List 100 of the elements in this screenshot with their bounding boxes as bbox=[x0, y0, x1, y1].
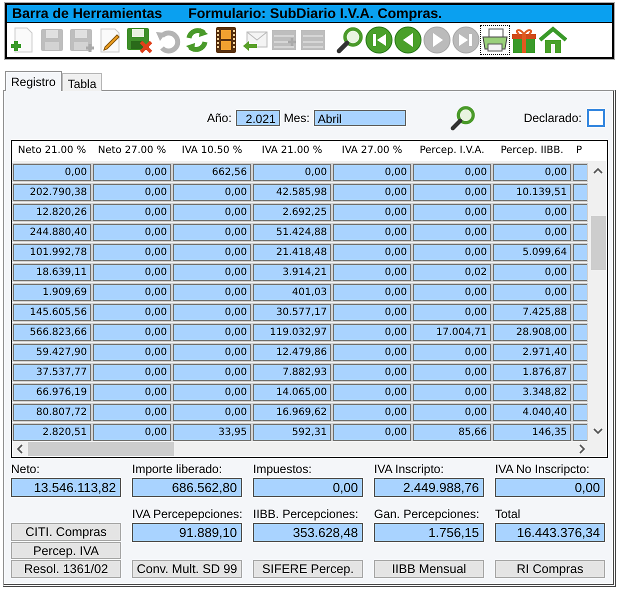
total-label: Importe liberado: bbox=[132, 462, 224, 478]
table-cell bbox=[573, 224, 587, 241]
table-cell: 0,00 bbox=[413, 244, 491, 261]
table-cell: 0,00 bbox=[333, 364, 411, 381]
table-cell: 0,00 bbox=[93, 404, 171, 421]
search-icon[interactable] bbox=[336, 26, 364, 54]
total-label: Gan. Percepciones: bbox=[374, 507, 480, 523]
total-field: 1.756,15 bbox=[374, 523, 484, 542]
table-cell bbox=[573, 324, 587, 341]
total-label: IVA Inscripto: bbox=[374, 462, 445, 478]
scrollbar-thumb[interactable] bbox=[591, 216, 606, 270]
table-cell: 0,00 bbox=[333, 244, 411, 261]
table-cell: 0,00 bbox=[493, 204, 571, 221]
table-cell: 0,00 bbox=[93, 284, 171, 301]
table-cell: 16.969,62 bbox=[253, 404, 331, 421]
report-button[interactable]: CITI. Compras bbox=[11, 523, 121, 541]
table-cell: 0,00 bbox=[173, 184, 251, 201]
total-field: 16.443.376,34 bbox=[495, 523, 605, 542]
table-cell bbox=[573, 284, 587, 301]
table-cell: 0,00 bbox=[333, 204, 411, 221]
table-cell: 5.099,64 bbox=[493, 244, 571, 261]
table-cell: 18.639,11 bbox=[13, 264, 91, 281]
month-label: Mes: bbox=[284, 111, 310, 125]
table-cell: 0,00 bbox=[413, 164, 491, 181]
first-record-icon[interactable] bbox=[365, 26, 393, 54]
report-button[interactable]: Resol. 1361/02 bbox=[11, 560, 121, 578]
table-cell: 28.908,00 bbox=[493, 324, 571, 341]
search-icon[interactable] bbox=[450, 105, 476, 131]
table-cell: 7.425,88 bbox=[493, 304, 571, 321]
year-label: Año: bbox=[207, 111, 232, 125]
table-cell: 0,00 bbox=[413, 344, 491, 361]
table-cell: 0,00 bbox=[333, 304, 411, 321]
report-button[interactable]: IIBB Mensual bbox=[374, 560, 484, 578]
table-cell: 1.909,69 bbox=[13, 284, 91, 301]
total-label: Neto: bbox=[11, 462, 41, 478]
report-button[interactable]: RI Compras bbox=[495, 560, 605, 578]
table-cell: 51.424,88 bbox=[253, 224, 331, 241]
table-cell: 0,00 bbox=[93, 204, 171, 221]
table-cell: 42.585,98 bbox=[253, 184, 331, 201]
table-cell: 12.479,86 bbox=[253, 344, 331, 361]
table-cell: 0,00 bbox=[493, 164, 571, 181]
table-cell: 0,00 bbox=[93, 424, 171, 441]
floppy-delete-icon[interactable] bbox=[125, 26, 153, 54]
total-field: 0,00 bbox=[495, 478, 605, 497]
table-cell: 0,00 bbox=[333, 324, 411, 341]
table-cell: 21.418,48 bbox=[253, 244, 331, 261]
table-cell: 0,00 bbox=[333, 424, 411, 441]
table-cell: 30.577,17 bbox=[253, 304, 331, 321]
table-cell: 0,00 bbox=[413, 184, 491, 201]
total-label: IIBB. Percepciones: bbox=[253, 507, 360, 523]
window-title: Barra de Herramientas bbox=[12, 5, 162, 22]
table-cell: 37.537,77 bbox=[13, 364, 91, 381]
table-cell bbox=[573, 404, 587, 421]
report-button[interactable]: SIFERE Percep. bbox=[253, 560, 363, 578]
table-cell bbox=[573, 424, 587, 441]
table-cell: 0,00 bbox=[333, 224, 411, 241]
table-cell bbox=[573, 364, 587, 381]
table-cell: 0,00 bbox=[333, 184, 411, 201]
table-cell bbox=[573, 184, 587, 201]
table-cell: 0,00 bbox=[93, 224, 171, 241]
previous-icon[interactable] bbox=[394, 26, 422, 54]
table-cell: 7.882,93 bbox=[253, 364, 331, 381]
table-cell: 85,66 bbox=[413, 424, 491, 441]
table-cell: 3.914,21 bbox=[253, 264, 331, 281]
report-button[interactable]: Conv. Mult. SD 99 bbox=[132, 560, 242, 578]
table-cell: 0,00 bbox=[173, 324, 251, 341]
table-cell: 145.605,56 bbox=[13, 304, 91, 321]
total-field: 686.562,80 bbox=[132, 478, 242, 497]
table-cell: 0,00 bbox=[413, 384, 491, 401]
table-cell: 0,00 bbox=[173, 404, 251, 421]
declared-checkbox[interactable] bbox=[586, 109, 605, 127]
table-cell: 0,02 bbox=[413, 264, 491, 281]
table-cell: 0,00 bbox=[93, 244, 171, 261]
table-cell: 0,00 bbox=[413, 284, 491, 301]
table-cell: 2.692,25 bbox=[253, 204, 331, 221]
form-title: Formulario: SubDiario I.V.A. Compras. bbox=[188, 5, 442, 22]
tab[interactable]: Tabla bbox=[62, 73, 102, 91]
gift-icon[interactable] bbox=[510, 26, 538, 54]
table-cell: 0,00 bbox=[93, 324, 171, 341]
year-field[interactable]: 2.021 bbox=[236, 110, 280, 126]
table-cell: 0,00 bbox=[93, 184, 171, 201]
table-cell: 0,00 bbox=[493, 284, 571, 301]
report-button[interactable]: Percep. IVA bbox=[11, 542, 121, 559]
tab[interactable]: Registro bbox=[5, 71, 62, 91]
table-cell: 3.348,82 bbox=[493, 384, 571, 401]
table-cell: 0,00 bbox=[493, 264, 571, 281]
table-cell: 0,00 bbox=[173, 284, 251, 301]
scrollbar-thumb[interactable] bbox=[28, 442, 174, 456]
month-field[interactable]: Abril bbox=[314, 110, 406, 126]
home-icon[interactable] bbox=[539, 26, 567, 54]
table-cell: 0,00 bbox=[333, 284, 411, 301]
table-cell: 14.065,00 bbox=[253, 384, 331, 401]
table-cell: 0,00 bbox=[413, 204, 491, 221]
table-cell: 0,00 bbox=[333, 404, 411, 421]
table-cell: 0,00 bbox=[93, 304, 171, 321]
table-cell bbox=[573, 164, 587, 181]
printer-icon[interactable] bbox=[481, 26, 509, 54]
table-cell: 0,00 bbox=[173, 224, 251, 241]
table-cell: 0,00 bbox=[253, 164, 331, 181]
table-cell: 0,00 bbox=[93, 344, 171, 361]
